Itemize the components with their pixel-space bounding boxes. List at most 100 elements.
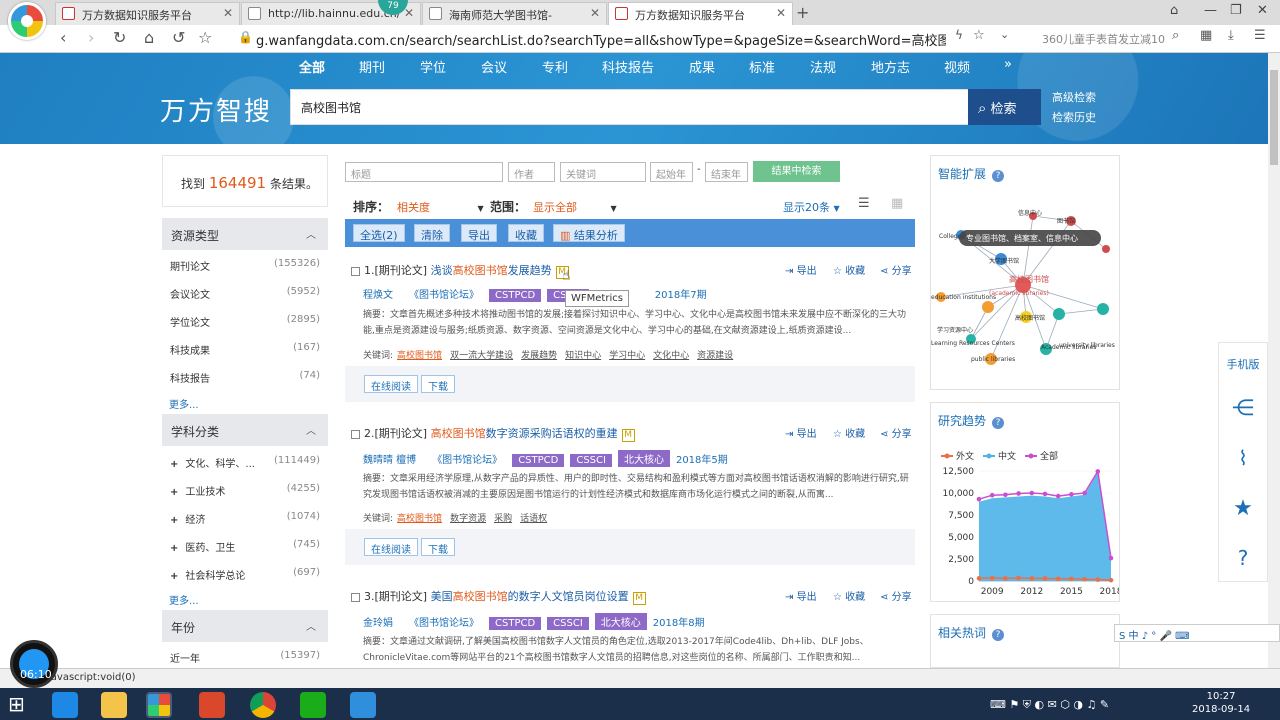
nav-tech-report[interactable]: 科技报告 <box>602 57 654 76</box>
sidebar-subject-item[interactable]: + 社会科学总论 (697) <box>162 560 328 588</box>
chevron-up-icon[interactable]: ︿ <box>306 226 316 241</box>
expand-icon[interactable]: + <box>170 459 178 470</box>
nav-standard[interactable]: 标准 <box>749 57 775 76</box>
chevron-up-icon[interactable]: ︿ <box>306 618 316 633</box>
maximize-button[interactable]: ❐ <box>1230 3 1242 18</box>
result-title[interactable]: 2.[期刊论文] 高校图书馆数字资源采购话语权的重建 M <box>351 425 635 442</box>
keyword-link[interactable]: 学习中心 <box>609 351 645 361</box>
download-icon[interactable]: ⤓ <box>1228 28 1234 43</box>
graph-node[interactable] <box>1053 308 1065 320</box>
sort-dropdown[interactable]: 相关度 ▼ <box>397 199 484 215</box>
nav-patent[interactable]: 专利 <box>542 57 568 76</box>
expand-icon[interactable]: + <box>170 571 178 582</box>
dropdown-icon[interactable]: ⌄ <box>1000 28 1009 41</box>
search-history-link[interactable]: 检索历史 <box>1052 109 1096 125</box>
result-export[interactable]: ⇥ 导出 <box>785 588 817 603</box>
nav-degree[interactable]: 学位 <box>420 57 446 76</box>
keyword-filter-input[interactable]: 关键词 <box>560 162 646 182</box>
resource-type-header[interactable]: 资源类型 ︿ <box>162 218 328 250</box>
read-online-button[interactable]: 在线阅读 <box>364 538 418 556</box>
ie-icon[interactable] <box>52 692 78 718</box>
chrome-icon[interactable] <box>250 692 276 718</box>
export-button[interactable]: 导出 <box>461 224 497 242</box>
sidebar-item-degree[interactable]: 学位论文 (2895) <box>162 307 328 335</box>
journal-link[interactable]: 《图书馆论坛》 <box>432 455 502 466</box>
wfmetrics-badge[interactable]: M <box>621 429 635 442</box>
search-icon[interactable]: ⌕ <box>1172 28 1179 43</box>
keyword-link[interactable]: 资源建设 <box>697 351 733 361</box>
keyword-link[interactable]: 采购 <box>494 514 512 524</box>
end-year-input[interactable]: 结束年 <box>705 162 748 182</box>
browser-search-hint[interactable]: 360儿童手表首发立减10 <box>1042 31 1165 47</box>
keyword-link[interactable]: 话语权 <box>520 514 547 524</box>
subject-more-link[interactable]: 更多... <box>169 592 199 607</box>
file-explorer-icon[interactable] <box>101 692 127 718</box>
page-size-dropdown[interactable]: 显示20条 ▼ <box>783 199 840 215</box>
result-checkbox[interactable] <box>351 266 360 276</box>
sidebar-subject-item[interactable]: + 医药、卫生 (745) <box>162 532 328 560</box>
close-tab-icon[interactable]: ✕ <box>590 6 600 20</box>
brand-logo[interactable]: 万方智搜 <box>160 91 272 128</box>
minimize-button[interactable]: — <box>1204 3 1217 18</box>
download-button[interactable]: 下载 <box>421 538 455 556</box>
sidebar-item-journal[interactable]: 期刊论文 (155326) <box>162 251 328 279</box>
favorite-button[interactable]: 收藏 <box>508 224 544 242</box>
home-icon[interactable]: ⌂ <box>144 28 154 47</box>
advanced-search-link[interactable]: 高级检索 <box>1052 89 1096 105</box>
sidebar-year-item[interactable]: 近一年 (15397) <box>162 643 328 671</box>
nav-all[interactable]: 全部 <box>299 57 325 76</box>
url-field[interactable]: g.wanfangdata.com.cn/search/searchList.d… <box>256 30 946 49</box>
expand-icon[interactable]: + <box>170 515 178 526</box>
search-input[interactable]: 高校图书馆 <box>290 89 970 125</box>
grid-view-icon[interactable]: ▦ <box>891 196 903 211</box>
nav-law[interactable]: 法规 <box>810 57 836 76</box>
close-tab-icon[interactable]: ✕ <box>223 6 233 20</box>
start-year-input[interactable]: 起始年 <box>650 162 693 182</box>
share-graph-icon[interactable]: ⋲ <box>1218 396 1268 421</box>
keyword-link[interactable]: 知识中心 <box>565 351 601 361</box>
close-window-button[interactable]: ✕ <box>1257 3 1268 18</box>
graph-node[interactable] <box>1097 303 1109 315</box>
result-title[interactable]: 3.[期刊论文] 美国高校图书馆的数字人文馆员岗位设置 M <box>351 588 646 605</box>
search-in-results-button[interactable]: 结果中检索 <box>753 161 840 182</box>
skin-icon[interactable]: ⌂ <box>1170 3 1178 18</box>
keyword-link[interactable]: 发展趋势 <box>521 351 557 361</box>
graph-node[interactable] <box>982 301 994 313</box>
help-icon[interactable]: ? <box>992 417 1005 429</box>
year-header[interactable]: 年份 ︿ <box>162 610 328 642</box>
result-export[interactable]: ⇥ 导出 <box>785 425 817 440</box>
lightning-icon[interactable]: ϟ <box>955 28 963 42</box>
result-checkbox[interactable] <box>351 592 360 602</box>
reload-icon[interactable]: ↻ <box>113 28 126 47</box>
graph-node[interactable] <box>1102 245 1110 253</box>
baidu-netdisk-icon[interactable] <box>350 692 376 718</box>
result-share[interactable]: ⋖ 分享 <box>880 588 912 603</box>
result-title[interactable]: 1.[期刊论文] 浅谈高校图书馆发展趋势 M <box>351 262 569 279</box>
result-export[interactable]: ⇥ 导出 <box>785 262 817 277</box>
clear-button[interactable]: 清除 <box>414 224 450 242</box>
favorite-star-icon[interactable]: ★ <box>1218 496 1268 521</box>
title-filter-input[interactable]: 标题 <box>345 162 503 182</box>
nav-conference[interactable]: 会议 <box>481 57 507 76</box>
nav-video[interactable]: 视频 <box>944 57 970 76</box>
journal-link[interactable]: 《图书馆论坛》 <box>409 618 479 629</box>
ime-toolbar[interactable]: S 中 ♪ ° 🎤 ⌨ <box>1114 624 1280 642</box>
keyword-link[interactable]: 数字资源 <box>450 514 486 524</box>
nav-journal[interactable]: 期刊 <box>359 57 385 76</box>
rss-icon[interactable]: ⌇ <box>1218 446 1268 470</box>
author-link[interactable]: 魏晴晴 檀博 <box>363 455 416 466</box>
menu-icon[interactable]: ☰ <box>1254 28 1266 43</box>
keyword-link[interactable]: 双一流大学建设 <box>450 351 513 361</box>
result-share[interactable]: ⋖ 分享 <box>880 262 912 277</box>
powerpoint-icon[interactable] <box>199 692 225 718</box>
new-tab-button[interactable]: + <box>796 3 809 22</box>
knowledge-graph[interactable]: 高校图书馆 (academic libraries) Colleges 大学图书… <box>931 189 1119 389</box>
author-link[interactable]: 程焕文 <box>363 290 393 301</box>
undo-icon[interactable]: ↺ <box>172 28 185 47</box>
sidebar-item-tech-report[interactable]: 科技报告 (74) <box>162 363 328 391</box>
subject-header[interactable]: 学科分类 ︿ <box>162 414 328 446</box>
scrollbar-thumb[interactable] <box>1270 70 1278 165</box>
chevron-up-icon[interactable]: ︿ <box>306 422 316 437</box>
wfmetrics-badge[interactable]: M <box>632 592 646 605</box>
download-button[interactable]: 下载 <box>421 375 455 393</box>
